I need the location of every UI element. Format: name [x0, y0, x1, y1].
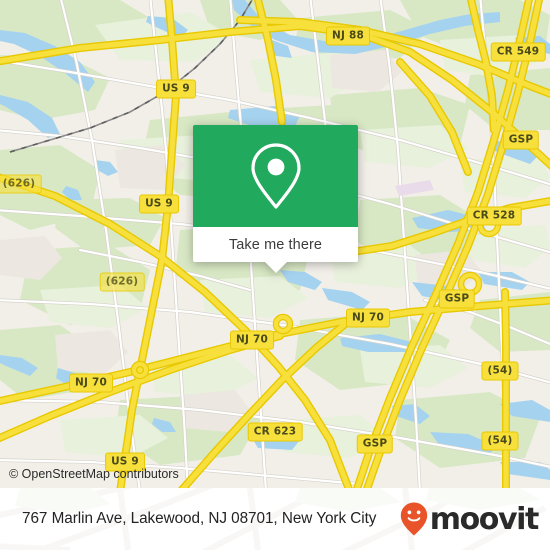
road-shield-label: CR 549	[490, 42, 546, 62]
road-shield-label: GSP	[356, 434, 394, 454]
osm-attribution: © OpenStreetMap contributors	[9, 467, 179, 481]
address-label: 767 Marlin Ave, Lakewood, NJ 08701, New …	[22, 510, 377, 527]
moovit-smiley-pin-icon	[400, 502, 427, 536]
footer-content: 767 Marlin Ave, Lakewood, NJ 08701, New …	[0, 488, 550, 550]
moovit-wordmark: moovit	[429, 502, 540, 537]
moovit-map-screenshot: NJ 88 CR 549 US 9 GSP (626) US 9 CR 528 (626) GS…	[0, 0, 550, 550]
map-canvas[interactable]: NJ 88 CR 549 US 9 GSP (626) US 9 CR 528 (626) GS…	[0, 0, 550, 488]
road-shield-label: GSP	[502, 130, 540, 150]
road-shield-label: NJ 70	[230, 330, 274, 350]
destination-popup-card[interactable]: Take me there	[193, 125, 358, 273]
road-shield-label: US 9	[139, 194, 179, 214]
take-me-there-button[interactable]: Take me there	[193, 227, 358, 273]
moovit-brand-logo[interactable]: moovit	[399, 501, 540, 537]
road-shield-label: NJ 70	[69, 373, 113, 393]
road-shield-label: (54)	[481, 361, 519, 381]
road-shield-label: NJ 70	[346, 308, 390, 328]
road-shield-label: GSP	[438, 289, 476, 309]
road-shield-label: (626)	[99, 272, 145, 292]
popup-image-panel	[193, 125, 358, 227]
road-shield-label: CR 623	[247, 422, 303, 442]
road-shield-label: (626)	[0, 174, 42, 194]
road-shield-label: CR 528	[466, 206, 522, 226]
road-shield-label: US 9	[156, 79, 196, 99]
take-me-there-label: Take me there	[228, 236, 323, 253]
footer-bar: 767 Marlin Ave, Lakewood, NJ 08701, New …	[0, 488, 550, 550]
location-pin-icon	[250, 143, 301, 209]
popup-tail-pointer	[264, 262, 287, 273]
road-shield-label: NJ 88	[326, 26, 370, 46]
road-shield-label: (54)	[481, 431, 519, 451]
